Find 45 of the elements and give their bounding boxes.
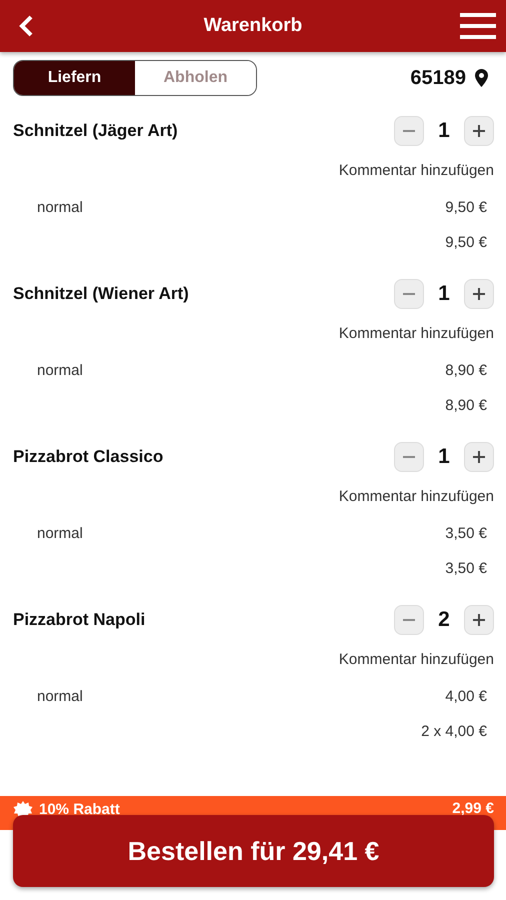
item-name: Schnitzel (Wiener Art) <box>13 284 189 304</box>
item-total: 2 x 4,00 € <box>421 722 487 740</box>
discount-badge-icon <box>13 800 33 818</box>
item-variant: normal <box>37 524 83 542</box>
mode-tab[interactable]: Liefern <box>14 61 135 95</box>
page-title: Warenkorb <box>202 15 304 37</box>
minus-button[interactable] <box>394 442 424 472</box>
add-comment-link[interactable]: Kommentar hinzufügen <box>338 488 494 504</box>
unit-price: 8,90 € <box>445 362 487 378</box>
plus-icon <box>473 614 485 626</box>
plus-icon <box>473 451 485 463</box>
plus-button[interactable] <box>464 605 494 635</box>
minus-button[interactable] <box>394 279 424 309</box>
unit-price: 9,50 € <box>445 198 487 216</box>
plus-button[interactable] <box>464 279 494 309</box>
item-total: 8,90 € <box>445 396 487 414</box>
add-comment-link[interactable]: Kommentar hinzufügen <box>338 162 494 178</box>
item-name: Pizzabrot Classico <box>13 447 164 467</box>
item-variant: normal <box>37 198 83 216</box>
minus-button[interactable] <box>394 605 424 635</box>
add-comment-link[interactable]: Kommentar hinzufügen <box>338 650 494 668</box>
unit-price: 4,00 € <box>445 688 487 704</box>
plus-icon <box>473 125 485 137</box>
quantity: 1 <box>437 282 451 306</box>
item-variant: normal <box>37 362 83 378</box>
menu-icon[interactable] <box>460 13 496 39</box>
plus-button[interactable] <box>464 116 494 146</box>
item-variant: normal <box>37 688 83 704</box>
quantity: 1 <box>437 445 451 469</box>
discount-label: 10% Rabatt <box>39 800 120 818</box>
plus-icon <box>473 288 485 300</box>
plus-button[interactable] <box>464 442 494 472</box>
item-total: 9,50 € <box>445 234 487 250</box>
postcode: 65189 <box>410 66 466 90</box>
item-name: Schnitzel (Jäger Art) <box>13 121 178 141</box>
quantity: 1 <box>437 119 451 143</box>
discount-amount: 2,99 € <box>452 800 494 817</box>
quantity: 2 <box>437 608 451 632</box>
item-name: Pizzabrot Napoli <box>13 610 146 630</box>
minus-button[interactable] <box>394 116 424 146</box>
unit-price: 3,50 € <box>445 524 487 542</box>
add-comment-link[interactable]: Kommentar hinzufügen <box>338 324 494 342</box>
location-pin-icon[interactable] <box>475 69 488 87</box>
item-total: 3,50 € <box>445 560 487 576</box>
order-button[interactable]: Bestellen für 29,41 € <box>13 815 494 887</box>
